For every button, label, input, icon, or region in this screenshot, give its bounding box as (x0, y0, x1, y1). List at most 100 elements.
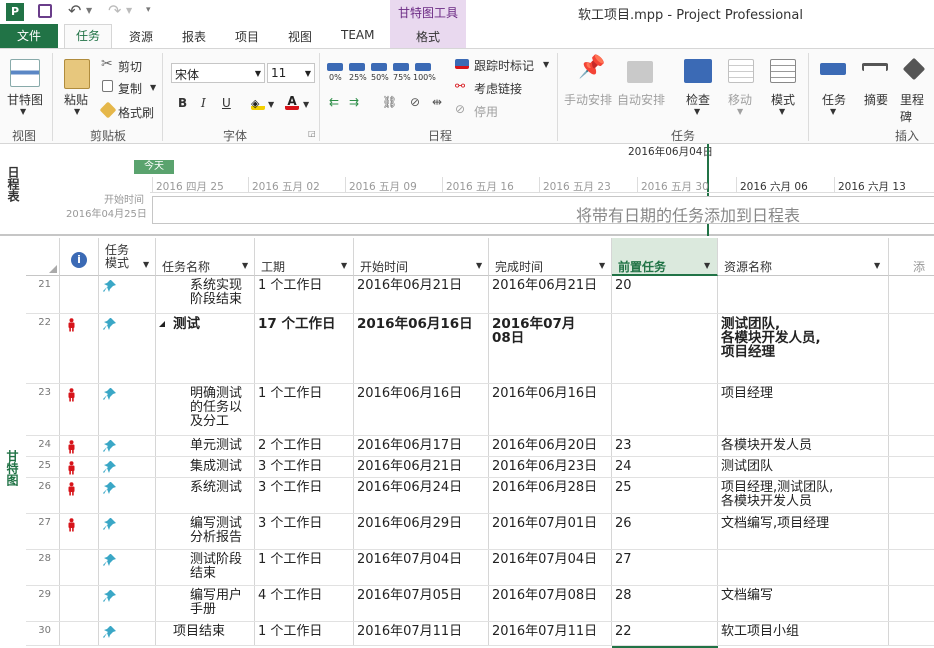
finish-cell[interactable]: 2016年06月23日 (489, 457, 612, 477)
res-cell[interactable]: 项目经理 (718, 384, 889, 435)
start-cell[interactable]: 2016年06月16日 (354, 314, 489, 383)
duration-cell[interactable]: 3 个工作日 (255, 478, 354, 513)
chevron-down-icon[interactable]: ▼ (599, 261, 605, 270)
move-dropdown-icon[interactable]: ▼ (737, 107, 743, 116)
add-column-cell[interactable] (889, 276, 934, 313)
task-name-cell[interactable]: 集成测试 (156, 457, 255, 477)
task-name-cell[interactable]: 测试 (156, 314, 255, 383)
task-mode-cell[interactable] (99, 436, 156, 456)
duration-cell[interactable]: 4 个工作日 (255, 586, 354, 621)
font-color-dropdown-icon[interactable]: ▼ (303, 100, 309, 109)
pred-cell[interactable] (612, 314, 718, 383)
inspect-dropdown-icon[interactable]: ▼ (694, 107, 700, 116)
add-column-header[interactable]: 添 (889, 238, 934, 276)
duration-column-header[interactable]: 工期 ▼ (255, 238, 354, 276)
start-cell[interactable]: 2016年06月16日 (354, 384, 489, 435)
task-name-cell[interactable]: 系统实现 阶段结束 (156, 276, 255, 313)
indicator-cell[interactable] (60, 384, 99, 435)
indicator-cell[interactable] (60, 586, 99, 621)
tab-format[interactable]: 格式 (416, 28, 440, 45)
percent-100-icon[interactable] (415, 63, 431, 71)
finish-cell[interactable]: 2016年07月08日 (489, 586, 612, 621)
indicator-cell[interactable] (60, 314, 99, 383)
fill-dropdown-icon[interactable]: ▼ (268, 100, 274, 109)
task-name-cell[interactable]: 项目结束 (156, 622, 255, 645)
task-mode-cell[interactable] (99, 586, 156, 621)
task-name-cell[interactable]: 编写测试 分析报告 (156, 514, 255, 549)
font-dialog-launcher-icon[interactable]: ◲ (308, 129, 316, 138)
finish-column-header[interactable]: 完成时间 ▼ (489, 238, 612, 276)
indicator-cell[interactable] (60, 276, 99, 313)
task-grid[interactable]: i 任务 模式 ▼ 任务名称 ▼ 工期 ▼ 开始时间 ▼ 完成时间 ▼ 前置任务… (26, 238, 934, 648)
tab-team[interactable]: TEAM (341, 28, 374, 42)
info-column-header[interactable]: i (60, 238, 99, 276)
res-cell[interactable] (718, 550, 889, 585)
paste-dropdown-icon[interactable]: ▼ (74, 107, 80, 116)
chevron-down-icon[interactable]: ▼ (305, 69, 311, 78)
indicator-cell[interactable] (60, 478, 99, 513)
indicator-cell[interactable] (60, 550, 99, 585)
project-app-icon[interactable]: P (6, 3, 24, 21)
move-left-icon[interactable]: ⇇ (329, 95, 339, 109)
start-cell[interactable]: 2016年07月11日 (354, 622, 489, 645)
task-mode-cell[interactable] (99, 314, 156, 383)
tab-view[interactable]: 视图 (288, 28, 312, 45)
indicator-cell[interactable] (60, 436, 99, 456)
pred-cell[interactable] (612, 384, 718, 435)
table-row[interactable]: 26 系统测试 3 个工作日 2016年06月24日 2016年06月28日 25 项目经理… (26, 478, 934, 514)
res-cell[interactable]: 文档编写,项目经理 (718, 514, 889, 549)
duration-cell[interactable]: 1 个工作日 (255, 622, 354, 645)
pred-cell[interactable]: 27 (612, 550, 718, 585)
undo-dropdown-icon[interactable]: ▼ (86, 6, 92, 15)
chevron-down-icon[interactable]: ▼ (476, 261, 482, 270)
move-button[interactable]: 移动 (728, 91, 752, 108)
indicator-cell[interactable] (60, 622, 99, 645)
tab-report[interactable]: 报表 (182, 28, 206, 45)
auto-schedule-icon[interactable] (627, 61, 653, 83)
table-row[interactable]: 29 编写用户 手册 4 个工作日 2016年07月05日 2016年07月08日 28 文… (26, 586, 934, 622)
move-icon[interactable] (728, 59, 754, 83)
percent-50-icon[interactable] (371, 63, 387, 71)
mode-button[interactable]: 模式 (771, 91, 795, 108)
tab-task[interactable]: 任务 (64, 24, 112, 49)
inspect-button[interactable]: 检查 (686, 91, 710, 108)
tab-resource[interactable]: 资源 (129, 28, 153, 45)
res-cell[interactable]: 文档编写 (718, 586, 889, 621)
task-mode-cell[interactable] (99, 457, 156, 477)
duration-cell[interactable]: 17 个工作日 (255, 314, 354, 383)
insert-task-button[interactable]: 任务 (822, 91, 846, 108)
pred-cell[interactable]: 23 (612, 436, 718, 456)
task-mode-cell[interactable] (99, 384, 156, 435)
indicator-cell[interactable] (60, 457, 99, 477)
manual-schedule-button[interactable]: 手动安排 (564, 91, 612, 108)
res-cell[interactable]: 项目经理,测试团队, 各模块开发人员 (718, 478, 889, 513)
save-icon[interactable] (38, 4, 52, 18)
table-row[interactable]: 23 明确测试 的任务以 及分工 1 个工作日 2016年06月16日 2016年06月… (26, 384, 934, 436)
task-mode-cell[interactable] (99, 478, 156, 513)
italic-button[interactable]: I (201, 96, 206, 110)
milestone-icon[interactable] (902, 57, 926, 81)
task-name-cell[interactable]: 系统测试 (156, 478, 255, 513)
duration-cell[interactable]: 1 个工作日 (255, 550, 354, 585)
gantt-chart-button[interactable]: 甘特图 (7, 91, 43, 108)
percent-75-icon[interactable] (393, 63, 409, 71)
add-column-cell[interactable] (889, 436, 934, 456)
chevron-down-icon[interactable]: ▼ (143, 260, 149, 269)
table-row[interactable]: 27 编写测试 分析报告 3 个工作日 2016年06月29日 2016年07月01日 2… (26, 514, 934, 550)
paste-icon[interactable] (64, 59, 90, 89)
indicator-cell[interactable] (60, 514, 99, 549)
chevron-down-icon[interactable]: ▼ (242, 261, 248, 270)
pred-cell[interactable]: 26 (612, 514, 718, 549)
add-column-cell[interactable] (889, 314, 934, 383)
undo-icon[interactable]: ↶ (68, 1, 81, 20)
mode-column-header[interactable]: 任务 模式 ▼ (99, 238, 156, 276)
underline-button[interactable]: U (222, 96, 231, 110)
pred-cell[interactable]: 24 (612, 457, 718, 477)
timeline[interactable]: 日程表 2016年06月04日 今天 2016 四月 25 2016 五月 02 2… (0, 144, 934, 236)
finish-cell[interactable]: 2016年06月28日 (489, 478, 612, 513)
chevron-down-icon[interactable]: ▼ (255, 69, 261, 78)
task-mode-cell[interactable] (99, 550, 156, 585)
duration-cell[interactable]: 2 个工作日 (255, 436, 354, 456)
chevron-down-icon[interactable]: ▼ (341, 261, 347, 270)
percent-25-icon[interactable] (349, 63, 365, 71)
